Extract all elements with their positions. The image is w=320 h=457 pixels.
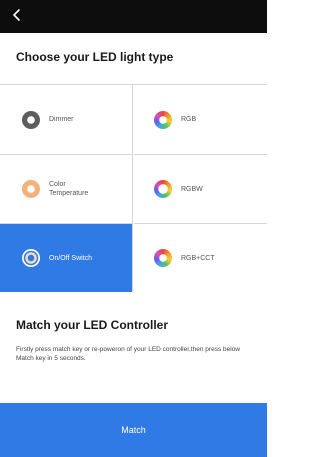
chevron-left-icon [13, 9, 20, 21]
match-description: Firstly press match key or re-poweron of… [16, 346, 240, 362]
color-wheel-icon [154, 249, 172, 267]
switch-icon [22, 249, 40, 267]
match-title: Match your LED Controller [16, 318, 169, 332]
light-type-dimmer[interactable]: Dimmer [0, 85, 133, 154]
back-button[interactable] [6, 3, 28, 27]
dimmer-icon [22, 110, 40, 129]
light-type-label: RGB [181, 116, 197, 123]
light-type-label: Color Temperature [49, 181, 89, 197]
light-type-label: On/Off Switch [49, 254, 93, 262]
light-type-label: RGBW [181, 185, 203, 193]
choose-title: Choose your LED light type [16, 50, 174, 64]
color-temperature-icon [22, 180, 40, 198]
top-bar [0, 0, 267, 33]
light-type-label: RGB+CCT [181, 254, 215, 262]
color-ring-icon [154, 180, 172, 198]
light-type-on-off-switch[interactable]: On/Off Switch [0, 223, 133, 292]
light-type-rgbw[interactable]: RGBW [134, 154, 267, 223]
light-type-rgb-cct[interactable]: RGB+CCT [134, 223, 267, 292]
light-type-rgb[interactable]: RGB [134, 85, 267, 154]
match-button[interactable]: Match [0, 403, 267, 457]
light-type-grid: Dimmer RGB Color Temperature RGBW On/Off… [0, 84, 267, 292]
light-type-label: Dimmer [49, 116, 74, 123]
light-type-color-temperature[interactable]: Color Temperature [0, 154, 133, 223]
color-wheel-icon [154, 110, 172, 129]
